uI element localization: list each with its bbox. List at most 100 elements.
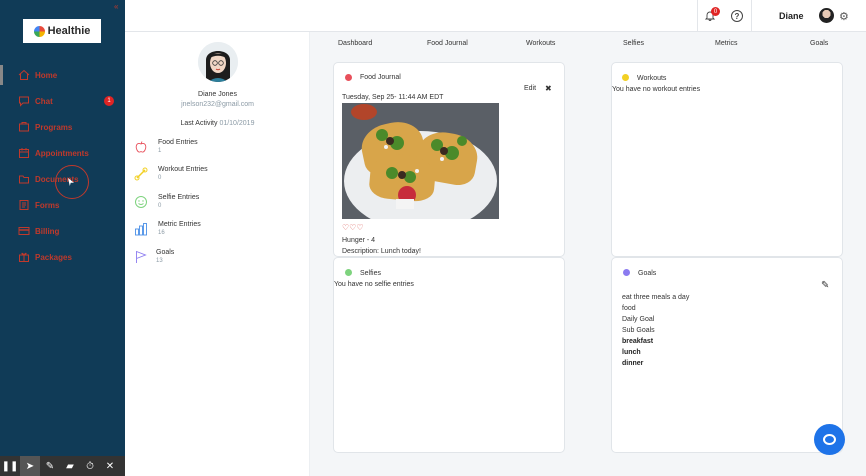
goal-line: Sub Goals bbox=[622, 327, 655, 334]
sidebar-item-home[interactable]: Home bbox=[0, 62, 125, 88]
sidebar-nav: Home Chat 1 Programs Appointments Docume… bbox=[0, 62, 125, 270]
recorder-toolbar: ❚❚ ➤ ✎ ▰ ⏱ ✕ bbox=[0, 456, 125, 476]
folder-icon bbox=[19, 175, 29, 184]
dashboard-tabs: Dashboard Food Journal Workouts Selfies … bbox=[310, 40, 866, 54]
sidebar-item-label: Chat bbox=[35, 96, 53, 106]
chat-bubble-icon bbox=[823, 434, 836, 445]
taco-toppings bbox=[351, 104, 467, 209]
eraser-icon[interactable]: ▰ bbox=[60, 456, 80, 476]
selfies-card: Selfies You have no selfie entries bbox=[333, 257, 565, 453]
chat-support-button[interactable] bbox=[814, 424, 845, 455]
goal-line: food bbox=[622, 305, 636, 312]
close-icon[interactable]: ✖ bbox=[545, 84, 552, 93]
stat-label: Food Entries bbox=[158, 139, 198, 146]
stat-value: 16 bbox=[158, 230, 165, 236]
food-journal-dot bbox=[345, 74, 352, 81]
selfies-dot bbox=[345, 269, 352, 276]
collapse-sidebar-icon[interactable]: « bbox=[114, 2, 118, 11]
sidebar-item-label: Forms bbox=[35, 200, 60, 210]
sidebar-item-chat[interactable]: Chat 1 bbox=[0, 88, 125, 114]
workouts-card: Workouts You have no workout entries bbox=[611, 62, 843, 257]
edit-goals-icon[interactable]: ✎ bbox=[821, 280, 829, 291]
timer-icon[interactable]: ⏱ bbox=[80, 456, 100, 476]
tab-dashboard[interactable]: Dashboard bbox=[338, 40, 372, 47]
stat-label: Goals bbox=[156, 249, 175, 256]
sidebar-item-label: Billing bbox=[35, 226, 60, 236]
forms-icon bbox=[19, 200, 29, 210]
goal-line: Daily Goal bbox=[622, 316, 655, 323]
credit-card-icon bbox=[18, 227, 30, 235]
sub-goal: breakfast bbox=[622, 338, 654, 345]
last-activity-date: 01/10/2019 bbox=[219, 120, 255, 127]
goals-dot bbox=[623, 269, 630, 276]
tab-selfies[interactable]: Selfies bbox=[623, 40, 644, 47]
sidebar-item-label: Home bbox=[35, 70, 58, 80]
apple-icon bbox=[135, 141, 147, 153]
sidebar-item-packages[interactable]: Packages bbox=[0, 244, 125, 270]
stat-workout-entries[interactable]: Workout Entries 0 bbox=[134, 166, 304, 188]
pause-icon[interactable]: ❚❚ bbox=[0, 456, 20, 476]
stat-goals[interactable]: Goals 13 bbox=[134, 249, 304, 271]
chat-unread-badge: 1 bbox=[104, 96, 114, 106]
smiley-icon bbox=[135, 196, 147, 208]
dumbbell-icon bbox=[134, 167, 148, 181]
help-icon[interactable]: ? bbox=[731, 10, 743, 22]
client-email[interactable]: jnelson232@gmail.com bbox=[125, 101, 310, 108]
sidebar-item-label: Programs bbox=[35, 122, 73, 132]
gear-icon[interactable]: ⚙ bbox=[839, 10, 849, 23]
tab-goals[interactable]: Goals bbox=[810, 40, 828, 47]
stat-label: Workout Entries bbox=[158, 166, 208, 173]
programs-icon bbox=[19, 122, 29, 132]
notification-badge: 0 bbox=[711, 7, 720, 16]
client-avatar-illustration bbox=[198, 42, 238, 82]
pen-icon[interactable]: ✎ bbox=[40, 456, 60, 476]
tab-workouts[interactable]: Workouts bbox=[526, 40, 555, 47]
close-icon[interactable]: ✕ bbox=[100, 456, 120, 476]
food-photo[interactable] bbox=[342, 103, 499, 219]
calendar-icon bbox=[19, 148, 29, 158]
stat-value: 1 bbox=[158, 148, 162, 154]
package-icon bbox=[19, 252, 29, 262]
goals-card: Goals ✎ eat three meals a day food Daily… bbox=[611, 257, 843, 453]
chat-icon bbox=[19, 96, 29, 107]
stat-label: Metric Entries bbox=[158, 221, 201, 228]
edit-button[interactable]: Edit bbox=[524, 85, 536, 92]
client-profile-panel: Diane Jones jnelson232@gmail.com Last Ac… bbox=[125, 32, 310, 476]
last-activity-label: Last Activity bbox=[180, 120, 218, 127]
sidebar-item-billing[interactable]: Billing bbox=[0, 218, 125, 244]
food-journal-card: Food Journal Edit ✖ Tuesday, Sep 25- 11:… bbox=[333, 62, 565, 257]
empty-message: You have no workout entries bbox=[612, 86, 701, 93]
top-bar: 0 ? Diane ⚙ bbox=[125, 0, 866, 32]
pointer-icon[interactable]: ➤ bbox=[20, 456, 40, 476]
stat-selfie-entries[interactable]: Selfie Entries 0 bbox=[134, 194, 304, 216]
sub-goal: dinner bbox=[622, 360, 644, 367]
logo-mark-icon bbox=[33, 25, 45, 37]
user-name[interactable]: Diane bbox=[779, 11, 804, 21]
tab-food-journal[interactable]: Food Journal bbox=[427, 40, 468, 47]
sidebar: Healthie « Home Chat 1 Programs Appointm… bbox=[0, 0, 125, 476]
logo-text: Healthie bbox=[47, 25, 91, 37]
sidebar-item-label: Packages bbox=[35, 252, 72, 262]
hunger-hearts-icon[interactable]: ♡♡♡ bbox=[342, 223, 364, 232]
tab-metrics[interactable]: Metrics bbox=[715, 40, 738, 47]
sidebar-item-programs[interactable]: Programs bbox=[0, 114, 125, 140]
goal-line: eat three meals a day bbox=[622, 294, 690, 301]
stat-label: Selfie Entries bbox=[158, 194, 200, 201]
stat-metric-entries[interactable]: Metric Entries 16 bbox=[134, 221, 304, 243]
stat-food-entries[interactable]: Food Entries 1 bbox=[134, 139, 304, 161]
client-avatar bbox=[198, 42, 238, 82]
card-title: Selfies bbox=[360, 270, 382, 277]
card-title: Food Journal bbox=[360, 74, 401, 81]
user-avatar[interactable] bbox=[819, 8, 834, 23]
stat-value: 0 bbox=[158, 203, 162, 209]
empty-message: You have no selfie entries bbox=[334, 281, 414, 288]
workouts-dot bbox=[622, 74, 629, 81]
stat-value: 0 bbox=[158, 175, 162, 181]
bar-chart-icon bbox=[135, 223, 147, 236]
sidebar-item-appointments[interactable]: Appointments bbox=[0, 140, 125, 166]
client-name: Diane Jones bbox=[198, 91, 237, 98]
card-title: Goals bbox=[638, 270, 657, 277]
healthie-logo[interactable]: Healthie bbox=[23, 19, 101, 43]
stat-value: 13 bbox=[156, 258, 163, 264]
entry-description: Description: Lunch today! bbox=[342, 248, 421, 255]
